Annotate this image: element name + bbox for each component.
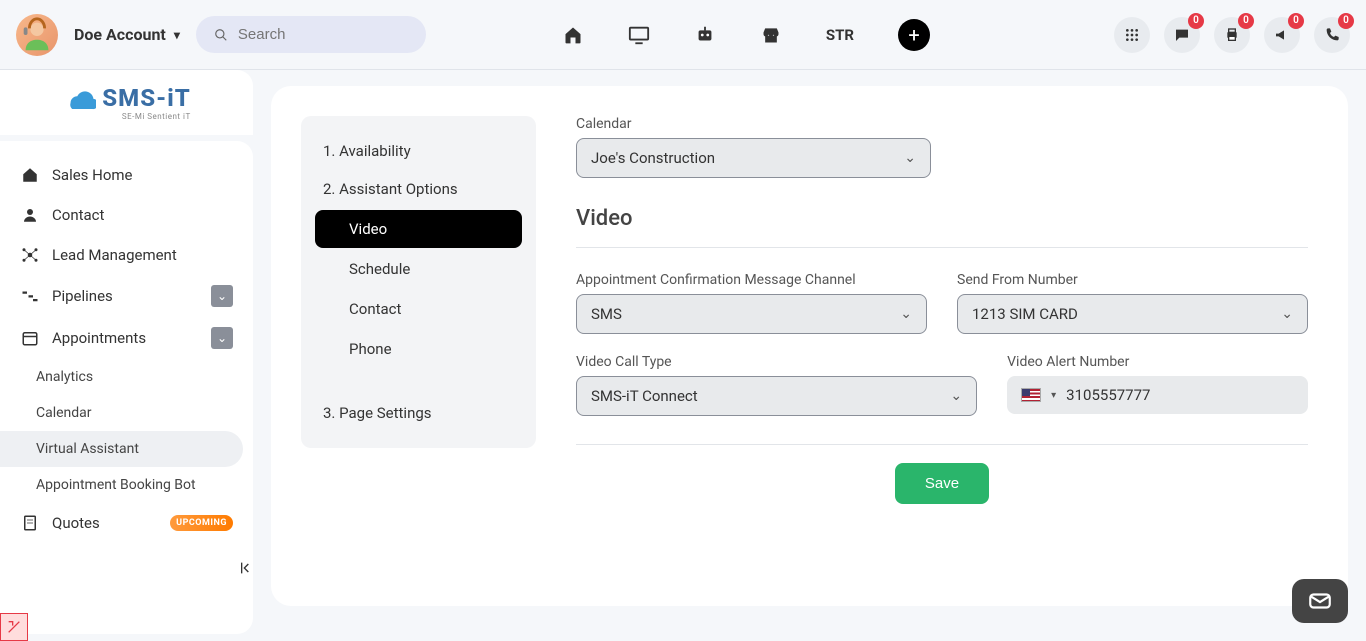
mail-icon — [1307, 588, 1333, 614]
us-flag-icon — [1021, 388, 1041, 402]
search-icon — [214, 27, 228, 43]
calendar-select[interactable]: Joe's Construction ⌄ — [576, 138, 931, 178]
avatar[interactable] — [16, 14, 58, 56]
nav-analytics[interactable]: Analytics — [0, 359, 253, 395]
announce-badge: 0 — [1288, 13, 1304, 29]
pipeline-icon — [20, 286, 40, 306]
call-type-select[interactable]: SMS-iT Connect ⌄ — [576, 376, 977, 416]
form-area: Calendar Joe's Construction ⌄ Video Appo… — [576, 116, 1308, 576]
substep-video[interactable]: Video — [315, 210, 522, 248]
nav-virtual-assistant[interactable]: Virtual Assistant — [0, 431, 243, 467]
chat-icon[interactable]: 0 — [1164, 17, 1200, 53]
str-link[interactable]: STR — [826, 26, 854, 44]
calendar-icon — [20, 328, 40, 348]
body: SMS-iT SE-Mi Sentient iT Sales Home Cont… — [0, 70, 1366, 641]
flag-dropdown-chev[interactable]: ▾ — [1051, 390, 1056, 401]
nav-calendar[interactable]: Calendar — [0, 395, 253, 431]
substep-schedule[interactable]: Schedule — [315, 250, 522, 288]
store-icon[interactable] — [760, 24, 782, 46]
search-box[interactable] — [196, 16, 426, 53]
debug-tab[interactable] — [0, 613, 28, 641]
step-page-settings[interactable]: 3. Page Settings — [309, 394, 528, 432]
send-from-label: Send From Number — [957, 272, 1308, 288]
monitor-icon[interactable] — [628, 24, 650, 46]
settings-panel: 1. Availability 2. Assistant Options Vid… — [271, 86, 1348, 606]
person-icon — [20, 205, 40, 225]
robot-icon[interactable] — [694, 24, 716, 46]
channel-label: Appointment Confirmation Message Channel — [576, 272, 927, 288]
sidebar-column: SMS-iT SE-Mi Sentient iT Sales Home Cont… — [0, 70, 253, 641]
search-input[interactable] — [238, 26, 408, 43]
top-nav: STR + — [562, 19, 930, 51]
channel-select[interactable]: SMS ⌄ — [576, 294, 927, 334]
cloud-icon — [62, 86, 96, 110]
announce-icon[interactable]: 0 — [1264, 17, 1300, 53]
divider — [576, 444, 1308, 445]
step-availability[interactable]: 1. Availability — [309, 132, 528, 170]
right-controls: 0 0 0 0 — [1114, 17, 1350, 53]
nav-lead-mgmt[interactable]: Lead Management — [0, 235, 253, 275]
nav-booking-bot[interactable]: Appointment Booking Bot — [0, 467, 253, 503]
chevron-down-icon[interactable]: ⌄ — [211, 327, 233, 349]
alert-value: 3105557777 — [1066, 386, 1150, 404]
main-content: 1. Availability 2. Assistant Options Vid… — [253, 70, 1366, 641]
send-from-value: 1213 SIM CARD — [972, 305, 1078, 323]
collapse-sidebar-icon[interactable] — [237, 558, 253, 578]
channel-value: SMS — [591, 305, 622, 323]
send-from-select[interactable]: 1213 SIM CARD ⌄ — [957, 294, 1308, 334]
account-name: Doe Account — [74, 25, 166, 44]
logo-subtitle: SE-Mi Sentient iT — [62, 112, 190, 121]
nav-appointments[interactable]: Appointments⌄ — [0, 317, 253, 359]
chevron-down-icon: ⌄ — [900, 306, 912, 322]
substep-phone[interactable]: Phone — [315, 330, 522, 368]
chevron-down-icon: ⌄ — [1281, 306, 1293, 322]
add-button[interactable]: + — [898, 19, 930, 51]
calendar-label: Calendar — [576, 116, 1308, 132]
section-title: Video — [576, 206, 1308, 231]
steps-nav: 1. Availability 2. Assistant Options Vid… — [301, 116, 536, 448]
nav-sales-home[interactable]: Sales Home — [0, 155, 253, 195]
print-icon[interactable]: 0 — [1214, 17, 1250, 53]
nav-quotes[interactable]: QuotesUPCOMING — [0, 503, 253, 543]
logo: SMS-iT SE-Mi Sentient iT — [0, 70, 253, 135]
divider — [576, 247, 1308, 248]
call-type-label: Video Call Type — [576, 354, 977, 370]
row-channel-number: Appointment Confirmation Message Channel… — [576, 272, 1308, 334]
save-button[interactable]: Save — [895, 463, 989, 504]
step-assistant-options[interactable]: 2. Assistant Options — [309, 170, 528, 208]
substep-contact[interactable]: Contact — [315, 290, 522, 328]
home-icon — [20, 165, 40, 185]
logo-text: SMS-iT — [102, 84, 190, 112]
print-badge: 0 — [1238, 13, 1254, 29]
nav-pipelines[interactable]: Pipelines⌄ — [0, 275, 253, 317]
topbar: Doe Account ▾ STR + 0 0 0 0 — [0, 0, 1366, 70]
chevron-down-icon[interactable]: ⌄ — [211, 285, 233, 307]
phone-badge: 0 — [1338, 13, 1354, 29]
document-icon — [20, 513, 40, 533]
chevron-down-icon: ⌄ — [904, 150, 916, 166]
chat-badge: 0 — [1188, 13, 1204, 29]
apps-grid-icon[interactable] — [1114, 17, 1150, 53]
alert-number-input[interactable]: ▾ 3105557777 — [1007, 376, 1308, 414]
chevron-down-icon: ⌄ — [950, 388, 962, 404]
calendar-value: Joe's Construction — [591, 149, 715, 167]
sidenav: Sales Home Contact Lead Management Pipel… — [0, 141, 253, 634]
chevron-down-icon: ▾ — [174, 28, 180, 42]
network-icon — [20, 245, 40, 265]
phone-icon[interactable]: 0 — [1314, 17, 1350, 53]
upcoming-badge: UPCOMING — [170, 515, 233, 531]
account-switcher[interactable]: Doe Account ▾ — [74, 25, 180, 44]
nav-contact[interactable]: Contact — [0, 195, 253, 235]
home-icon[interactable] — [562, 24, 584, 46]
support-chat-fab[interactable] — [1292, 579, 1348, 623]
row-calltype-alert: Video Call Type SMS-iT Connect ⌄ Video A… — [576, 354, 1308, 416]
call-type-value: SMS-iT Connect — [591, 387, 698, 405]
alert-label: Video Alert Number — [1007, 354, 1308, 370]
